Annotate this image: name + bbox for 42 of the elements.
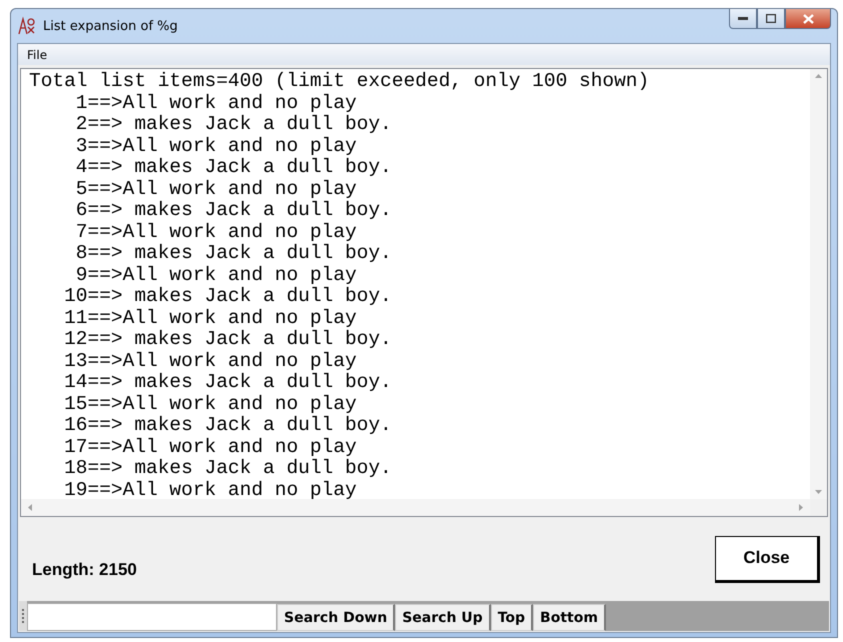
toolbar-button[interactable]: Bottom [533,604,606,631]
text-line: 14==> makes Jack a dull boy. [63,372,393,394]
text-line: 5==>All work and no play [74,178,358,200]
close-button[interactable]: Close [715,536,820,582]
text-line: 19==>All work and no play [63,480,358,499]
text-line: 1==>All work and no play [74,92,358,114]
app-icon [17,16,37,36]
text-line: 16==> makes Jack a dull boy. [63,415,393,436]
menu-item[interactable]: File [22,48,52,62]
scroll-up-icon[interactable] [815,73,822,80]
text-line: 7==>All work and no play [74,222,358,243]
length-label: Length: 2150 [32,560,137,580]
text-line: 15==>All work and no play [63,394,358,415]
text-line: 8==> makes Jack a dull boy. [74,243,393,264]
text-line: 2==> makes Jack a dull boy. [74,114,393,136]
text-line: 10==> makes Jack a dull boy. [63,286,393,308]
text-line: 9==>All work and no play [74,264,358,286]
maximize-icon [766,14,776,23]
minimize-button[interactable] [729,9,757,29]
minimize-icon [738,16,748,20]
window-title: List expansion of %g [43,18,179,34]
scroll-left-icon[interactable] [27,504,34,511]
maximize-button[interactable] [757,9,785,29]
close-icon [802,14,814,24]
scrollbar-corner [810,499,827,516]
toolbar-button[interactable]: Top [490,604,534,631]
search-input-field[interactable] [27,603,277,631]
text-line: 6==> makes Jack a dull boy. [74,200,393,222]
scroll-right-icon[interactable] [797,504,804,511]
text-line: 13==>All work and no play [63,350,358,372]
toolbar-grip[interactable] [19,601,27,631]
close-window-button[interactable] [785,9,831,29]
text-line: 4==> makes Jack a dull boy. [74,157,393,178]
scroll-down-icon[interactable] [815,488,822,495]
text-line: 12==> makes Jack a dull boy. [63,329,393,350]
text-line: 18==> makes Jack a dull boy. [63,458,393,480]
toolbar-button[interactable]: Search Up [395,604,491,631]
text-line: 17==>All work and no play [63,436,358,458]
text-line: Total list items=400 (limit exceeded, only 100 shown) [29,71,650,92]
text-line: 11==>All work and no play [63,308,358,329]
text-line: 3==>All work and no play [74,136,358,157]
toolbar-button[interactable]: Search Down [277,604,396,631]
